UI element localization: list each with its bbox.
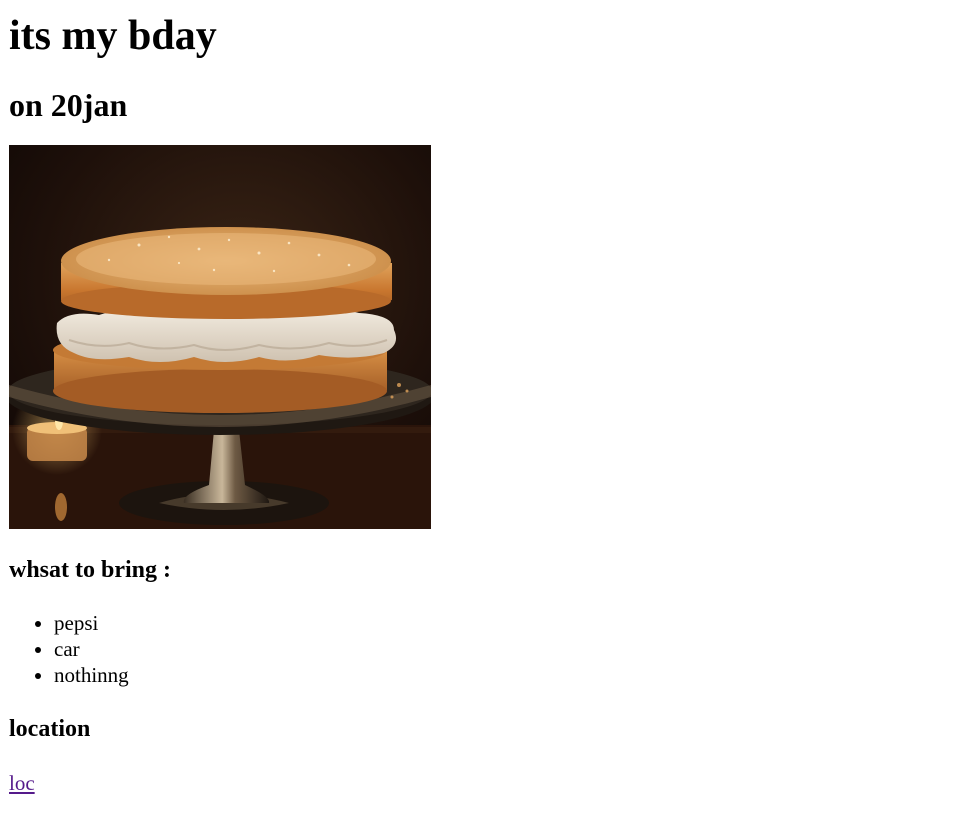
location-heading: location (9, 716, 91, 742)
list-item: nothinng (54, 662, 957, 688)
page-title: its my bday (9, 13, 217, 59)
list-item: car (54, 636, 957, 662)
location-link[interactable]: loc (9, 770, 35, 796)
page-body: its my bday on 20jan whsat to bring: • … (0, 0, 966, 796)
cake-photo-icon (9, 145, 431, 529)
list-item: pepsi (54, 610, 957, 636)
cake-image (9, 145, 431, 529)
page-subtitle-date: on 20jan (9, 87, 128, 123)
bring-list: pepsi car nothinng (9, 610, 957, 688)
bring-heading: whsat to bring : (9, 557, 172, 583)
